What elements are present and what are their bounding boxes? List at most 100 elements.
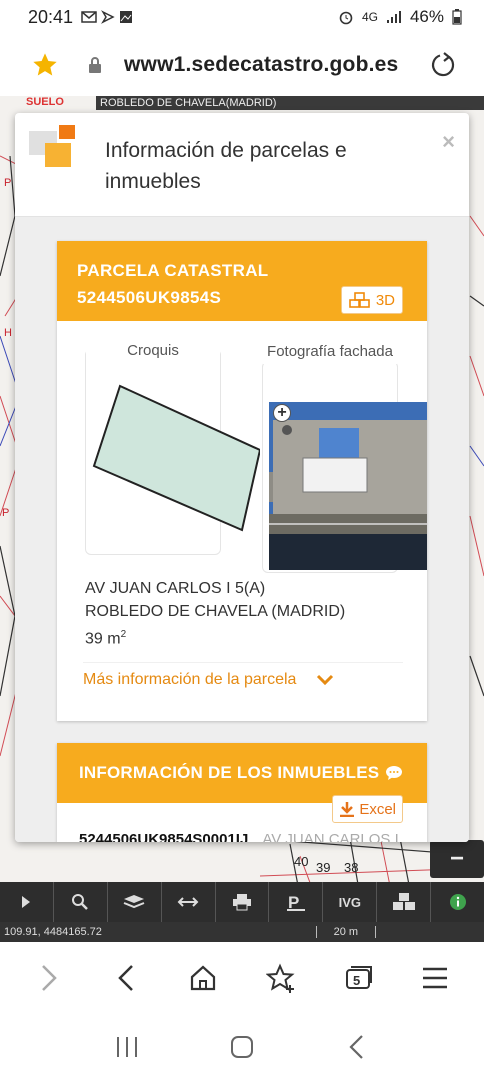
download-icon — [340, 802, 355, 817]
map-location-label: ROBLEDO DE CHAVELA(MADRID) — [96, 96, 484, 110]
print-icon — [233, 894, 251, 911]
notification-icons — [81, 10, 133, 24]
mail-icon — [81, 11, 97, 23]
status-left: 20:41 — [28, 7, 133, 28]
address-line-2: ROBLEDO DE CHAVELA (MADRID) — [85, 603, 346, 620]
url-text[interactable]: www1.sedecatastro.gob.es — [124, 53, 398, 77]
cubes-icon — [349, 292, 370, 308]
address-line-1: AV JUAN CARLOS I 5(A) — [85, 580, 266, 597]
facade-photo-label: Fotografía fachada — [263, 340, 397, 364]
home-icon — [191, 965, 216, 991]
send-icon — [101, 10, 115, 24]
browser-bottom-nav: 5 — [0, 942, 484, 1014]
star-icon[interactable] — [30, 50, 60, 80]
menu-button[interactable] — [410, 953, 460, 1003]
ivg-button[interactable]: IVG — [323, 882, 378, 922]
collapse-arrow-button[interactable] — [0, 882, 54, 922]
parcel-card: PARCELA CATASTRAL 5244506UK9854S 3D Croq… — [57, 241, 427, 721]
back-button[interactable] — [101, 953, 151, 1003]
croquis-panel[interactable]: Croquis — [85, 342, 260, 555]
image-icon — [120, 11, 133, 23]
home-button[interactable] — [178, 953, 228, 1003]
facade-photo-image — [269, 402, 427, 570]
parcel-number: 39 — [316, 860, 330, 875]
svg-text:P: P — [2, 507, 9, 519]
modal-title: Información de parcelas e inmuebles — [105, 139, 347, 193]
inmueble-reference-link[interactable]: 5244506UK9854S0001IJ — [79, 831, 248, 842]
search-button[interactable] — [54, 882, 108, 922]
hamburger-menu-icon — [423, 967, 448, 989]
bookmarks-button[interactable] — [256, 953, 306, 1003]
tabs-button[interactable]: 5 — [333, 953, 383, 1003]
android-home-button[interactable] — [217, 1022, 267, 1072]
battery-label: 46% — [409, 7, 444, 26]
modal-header: Información de parcelas e inmuebles × — [15, 113, 469, 217]
lock-icon — [86, 54, 104, 76]
parcel-address: AV JUAN CARLOS I 5(A) ROBLEDO DE CHAVELA… — [85, 577, 345, 650]
android-nav-bar — [0, 1014, 484, 1080]
view-3d-label: 3D — [375, 291, 395, 309]
alarm-icon — [339, 11, 353, 25]
back-chevron-icon — [349, 1035, 363, 1059]
street-view-button[interactable]: P — [269, 882, 324, 922]
recent-apps-icon — [117, 1037, 138, 1057]
chevron-left-icon — [118, 965, 133, 991]
layers-button[interactable] — [108, 882, 162, 922]
view-3d-button[interactable]: 3D — [340, 286, 403, 314]
parcel-area: 39 m2 — [85, 623, 345, 650]
forward-button[interactable] — [24, 953, 74, 1003]
more-info-label: Más información de la parcela — [83, 671, 297, 688]
layers-icon — [123, 895, 145, 909]
recent-apps-button[interactable] — [102, 1022, 152, 1072]
tabs-icon: 5 — [345, 966, 372, 989]
facade-photo[interactable]: + — [269, 402, 427, 570]
catastro-logo-icon — [29, 125, 77, 173]
area-value: 39 m — [85, 630, 121, 648]
play-icon — [22, 896, 31, 908]
scale-text: 20 m — [315, 926, 376, 938]
parcel-heading: PARCELA CATASTRAL — [77, 261, 269, 280]
excel-export-button[interactable]: Excel — [332, 795, 403, 823]
inmuebles-header: INFORMACIÓN DE LOS INMUEBLES — [57, 743, 427, 803]
street-view-icon: P — [286, 893, 305, 912]
inmuebles-card: INFORMACIÓN DE LOS INMUEBLES Excel 52445… — [57, 743, 427, 842]
cubes-icon — [392, 893, 415, 910]
chevron-right-icon — [41, 965, 57, 991]
inmuebles-heading: INFORMACIÓN DE LOS INMUEBLES — [79, 763, 380, 782]
reload-icon[interactable] — [428, 50, 458, 80]
map-toolbar: P IVG — [0, 882, 484, 922]
parcel-info-modal: Información de parcelas e inmuebles × PA… — [15, 113, 469, 842]
croquis-label: Croquis — [86, 342, 220, 359]
battery-icon — [452, 9, 462, 25]
parcel-number: 38 — [344, 860, 358, 875]
zoom-in-icon[interactable]: + — [273, 404, 291, 422]
search-icon — [72, 894, 89, 910]
modal-body[interactable]: PARCELA CATASTRAL 5244506UK9854S 3D Croq… — [15, 217, 469, 842]
zoom-out-button[interactable]: − — [430, 840, 484, 878]
more-info-toggle[interactable]: Más información de la parcela — [83, 662, 403, 689]
info-tool-button[interactable] — [431, 882, 484, 922]
parcel-header: PARCELA CATASTRAL 5244506UK9854S 3D — [57, 241, 427, 321]
print-button[interactable] — [216, 882, 270, 922]
network-label: 4G — [361, 10, 378, 24]
signal-icon — [386, 11, 401, 23]
facade-photo-panel[interactable]: Fotografía fachada + — [262, 340, 427, 573]
3d-tool-button[interactable] — [377, 882, 432, 922]
comment-icon[interactable] — [385, 765, 403, 781]
parcel-number: 40 — [294, 854, 308, 869]
close-icon[interactable]: × — [442, 129, 455, 155]
measure-icon — [177, 897, 199, 907]
coordinates-text: 109.91, 4484165.72 — [4, 926, 102, 938]
chevron-down-icon — [317, 674, 334, 686]
inmueble-row: 5244506UK9854S0001IJAV JUAN CARLOS I 5 (… — [79, 829, 399, 842]
parcel-sketch — [92, 384, 260, 532]
android-back-button[interactable] — [332, 1022, 382, 1072]
svg-text:P: P — [4, 177, 11, 189]
status-bar: 20:41 4G 46% — [0, 0, 484, 34]
map-zone-label: SUELO — [26, 96, 64, 108]
browser-url-bar: www1.sedecatastro.gob.es — [0, 34, 484, 96]
star-add-icon — [265, 963, 295, 993]
area-unit-exponent: 2 — [120, 629, 127, 640]
info-icon — [449, 894, 466, 910]
measure-button[interactable] — [162, 882, 216, 922]
